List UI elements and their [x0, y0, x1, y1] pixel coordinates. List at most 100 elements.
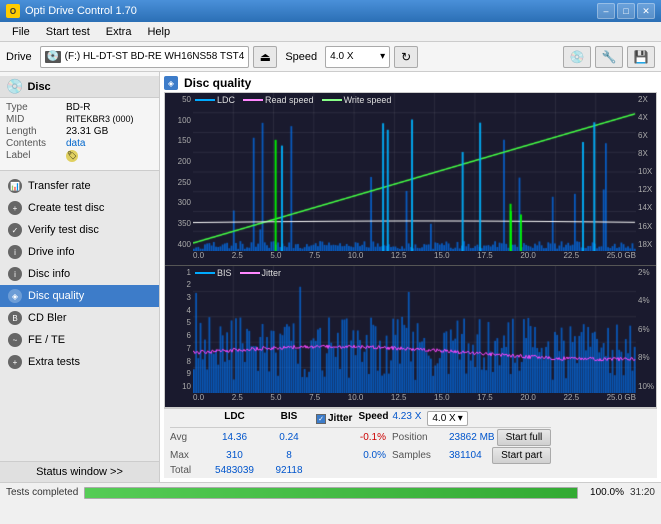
progress-fill — [85, 488, 577, 498]
y-axis-bottom-left: 10 9 8 7 6 5 4 3 2 1 — [165, 266, 193, 393]
nav-disc-info[interactable]: i Disc info — [0, 263, 159, 285]
status-text: Tests completed — [6, 487, 78, 498]
status-window-button[interactable]: Status window >> — [0, 461, 159, 482]
nav-label-bler: CD Bler — [28, 312, 67, 324]
minimize-button[interactable]: – — [597, 3, 615, 19]
disc-label-key: Label — [6, 150, 66, 162]
disc-mid-val: RITEKBR3 (000) — [66, 114, 134, 125]
eject-button[interactable]: ⏏ — [253, 46, 277, 68]
row-max-bis: 8 — [264, 450, 314, 461]
y-label: 100 — [165, 116, 193, 125]
menu-help[interactable]: Help — [139, 24, 178, 40]
x-axis-top: 0.0 2.5 5.0 7.5 10.0 12.5 15.0 17.5 20.0… — [193, 251, 636, 265]
disc-length-key: Length — [6, 126, 66, 137]
position-label: Position — [392, 432, 447, 443]
y-label-right: 10X — [636, 167, 656, 176]
save-button[interactable]: 💾 — [627, 46, 655, 68]
stats-empty — [170, 411, 205, 426]
chart-icon: ◈ — [164, 76, 178, 90]
disc-length-row: Length 23.31 GB — [6, 126, 153, 137]
nav-icon-verify: ✓ — [8, 223, 22, 237]
y-label: 200 — [165, 157, 193, 166]
legend-read: Read speed — [243, 95, 314, 105]
start-full-button[interactable]: Start full — [497, 429, 552, 446]
drive-selector[interactable]: 💿 (F:) HL-DT-ST BD-RE WH16NS58 TST4 — [40, 46, 250, 68]
row-avg-jitter: -0.1% — [316, 432, 386, 443]
nav-extra-tests[interactable]: + Extra tests — [0, 351, 159, 373]
y-label-right: 4X — [636, 113, 656, 122]
nav-buttons: 📊 Transfer rate + Create test disc ✓ Ver… — [0, 171, 159, 377]
y-label-right: 12X — [636, 185, 656, 194]
disc-label-val: 🏷 — [66, 150, 78, 162]
close-button[interactable]: ✕ — [637, 3, 655, 19]
row-total-label: Total — [170, 465, 205, 476]
legend-jitter-label: Jitter — [262, 268, 282, 278]
disc-contents-row: Contents data — [6, 138, 153, 149]
menu-start-test[interactable]: Start test — [38, 24, 98, 40]
row-avg-ldc: 14.36 — [207, 432, 262, 443]
menu-extra[interactable]: Extra — [98, 24, 140, 40]
jitter-checkbox[interactable]: ✓ — [316, 414, 326, 424]
nav-cd-bler[interactable]: B CD Bler — [0, 307, 159, 329]
legend-bis-color — [195, 272, 215, 274]
row-avg-bis: 0.24 — [264, 432, 314, 443]
settings-button[interactable]: 🔧 — [595, 46, 623, 68]
nav-create-test-disc[interactable]: + Create test disc — [0, 197, 159, 219]
nav-label-transfer: Transfer rate — [28, 180, 91, 192]
nav-disc-quality[interactable]: ◈ Disc quality — [0, 285, 159, 307]
y-label-right: 16X — [636, 222, 656, 231]
disc-section: 💿 Disc Type BD-R MID RITEKBR3 (000) Leng… — [0, 72, 159, 171]
drive-value: (F:) HL-DT-ST BD-RE WH16NS58 TST4 — [65, 51, 245, 62]
x-axis-bottom: 0.0 2.5 5.0 7.5 10.0 12.5 15.0 17.5 20.0… — [193, 393, 636, 407]
speed-dropdown-val: 4.0 X — [432, 413, 455, 424]
y-label: 150 — [165, 136, 193, 145]
menu-file[interactable]: File — [4, 24, 38, 40]
drive-label: Drive — [6, 51, 32, 63]
disc-label-row: Label 🏷 — [6, 150, 153, 162]
stats-bar: LDC BIS ✓ Jitter Speed 4.23 X 4.0 X ▾ Av… — [164, 408, 657, 478]
speed-label: Speed — [285, 51, 317, 63]
row-avg-label: Avg — [170, 432, 205, 443]
legend-jitter-color — [240, 272, 260, 274]
refresh-button[interactable]: ↻ — [394, 46, 418, 68]
disc-mid-row: MID RITEKBR3 (000) — [6, 114, 153, 125]
row-total-bis: 92118 — [264, 465, 314, 476]
nav-drive-info[interactable]: i Drive info — [0, 241, 159, 263]
bottom-chart-canvas — [193, 266, 636, 393]
maximize-button[interactable]: □ — [617, 3, 635, 19]
nav-verify-test-disc[interactable]: ✓ Verify test disc — [0, 219, 159, 241]
nav-label-create: Create test disc — [28, 202, 104, 214]
y-label-right: 8X — [636, 149, 656, 158]
status-window-label: Status window >> — [36, 466, 123, 478]
speed-dropdown-stats[interactable]: 4.0 X ▾ — [427, 411, 467, 426]
disc-contents-key: Contents — [6, 138, 66, 149]
disc-button[interactable]: 💿 — [563, 46, 591, 68]
y-label: 50 — [165, 95, 193, 104]
disc-length-val: 23.31 GB — [66, 126, 108, 137]
speed-value: 4.0 X — [330, 51, 353, 62]
row-max-label: Max — [170, 450, 205, 461]
y-axis-top-right: 18X 16X 14X 12X 10X 8X 6X 4X 2X — [636, 93, 656, 251]
disc-type-val: BD-R — [66, 102, 90, 113]
speed-dropdown-icon: ▾ — [380, 51, 385, 62]
nav-transfer-rate[interactable]: 📊 Transfer rate — [0, 175, 159, 197]
chart-top: LDC Read speed Write speed 400 350 30 — [165, 93, 656, 266]
toolbar: Drive 💿 (F:) HL-DT-ST BD-RE WH16NS58 TST… — [0, 42, 661, 72]
title-bar: O Opti Drive Control 1.70 – □ ✕ — [0, 0, 661, 22]
chart-bottom-legend: BIS Jitter — [195, 268, 281, 278]
y-axis-bottom-right: 10% 8% 6% 4% 2% — [636, 266, 656, 393]
app-icon: O — [6, 4, 20, 18]
position-val: 23862 MB — [449, 432, 495, 443]
stats-col-bis: BIS — [264, 411, 314, 426]
start-part-button[interactable]: Start part — [492, 447, 551, 464]
legend-read-color — [243, 99, 263, 101]
row-max-ldc: 310 — [207, 450, 262, 461]
stats-table: LDC BIS ✓ Jitter Speed 4.23 X 4.0 X ▾ Av… — [170, 411, 551, 476]
y-label: 250 — [165, 178, 193, 187]
y-label-right: 6X — [636, 131, 656, 140]
row-max-jitter: 0.0% — [316, 450, 386, 461]
speed-dropdown-arrow: ▾ — [458, 413, 463, 424]
app-title: Opti Drive Control 1.70 — [25, 5, 137, 17]
nav-fe-te[interactable]: ~ FE / TE — [0, 329, 159, 351]
speed-selector[interactable]: 4.0 X ▾ — [325, 46, 390, 68]
